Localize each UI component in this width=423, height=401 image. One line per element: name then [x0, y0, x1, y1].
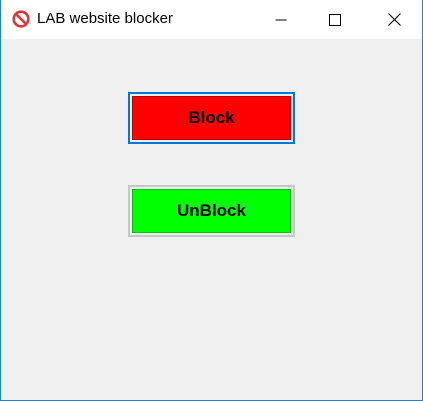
- block-button-label: Block: [132, 96, 291, 140]
- close-button[interactable]: [371, 0, 417, 39]
- minimize-button[interactable]: [258, 0, 304, 39]
- maximize-button[interactable]: [312, 0, 358, 39]
- unblock-button-label: UnBlock: [132, 189, 291, 233]
- window-title: LAB website blocker: [37, 10, 173, 27]
- prohibited-icon: [12, 10, 30, 28]
- block-button[interactable]: Block: [128, 92, 295, 144]
- app-window: LAB website blocker Block UnBlock: [0, 0, 423, 401]
- close-icon: [387, 13, 401, 26]
- minimize-icon: [275, 19, 287, 20]
- unblock-button[interactable]: UnBlock: [128, 185, 295, 237]
- maximize-icon: [329, 13, 341, 26]
- title-bar[interactable]: LAB website blocker: [1, 0, 422, 39]
